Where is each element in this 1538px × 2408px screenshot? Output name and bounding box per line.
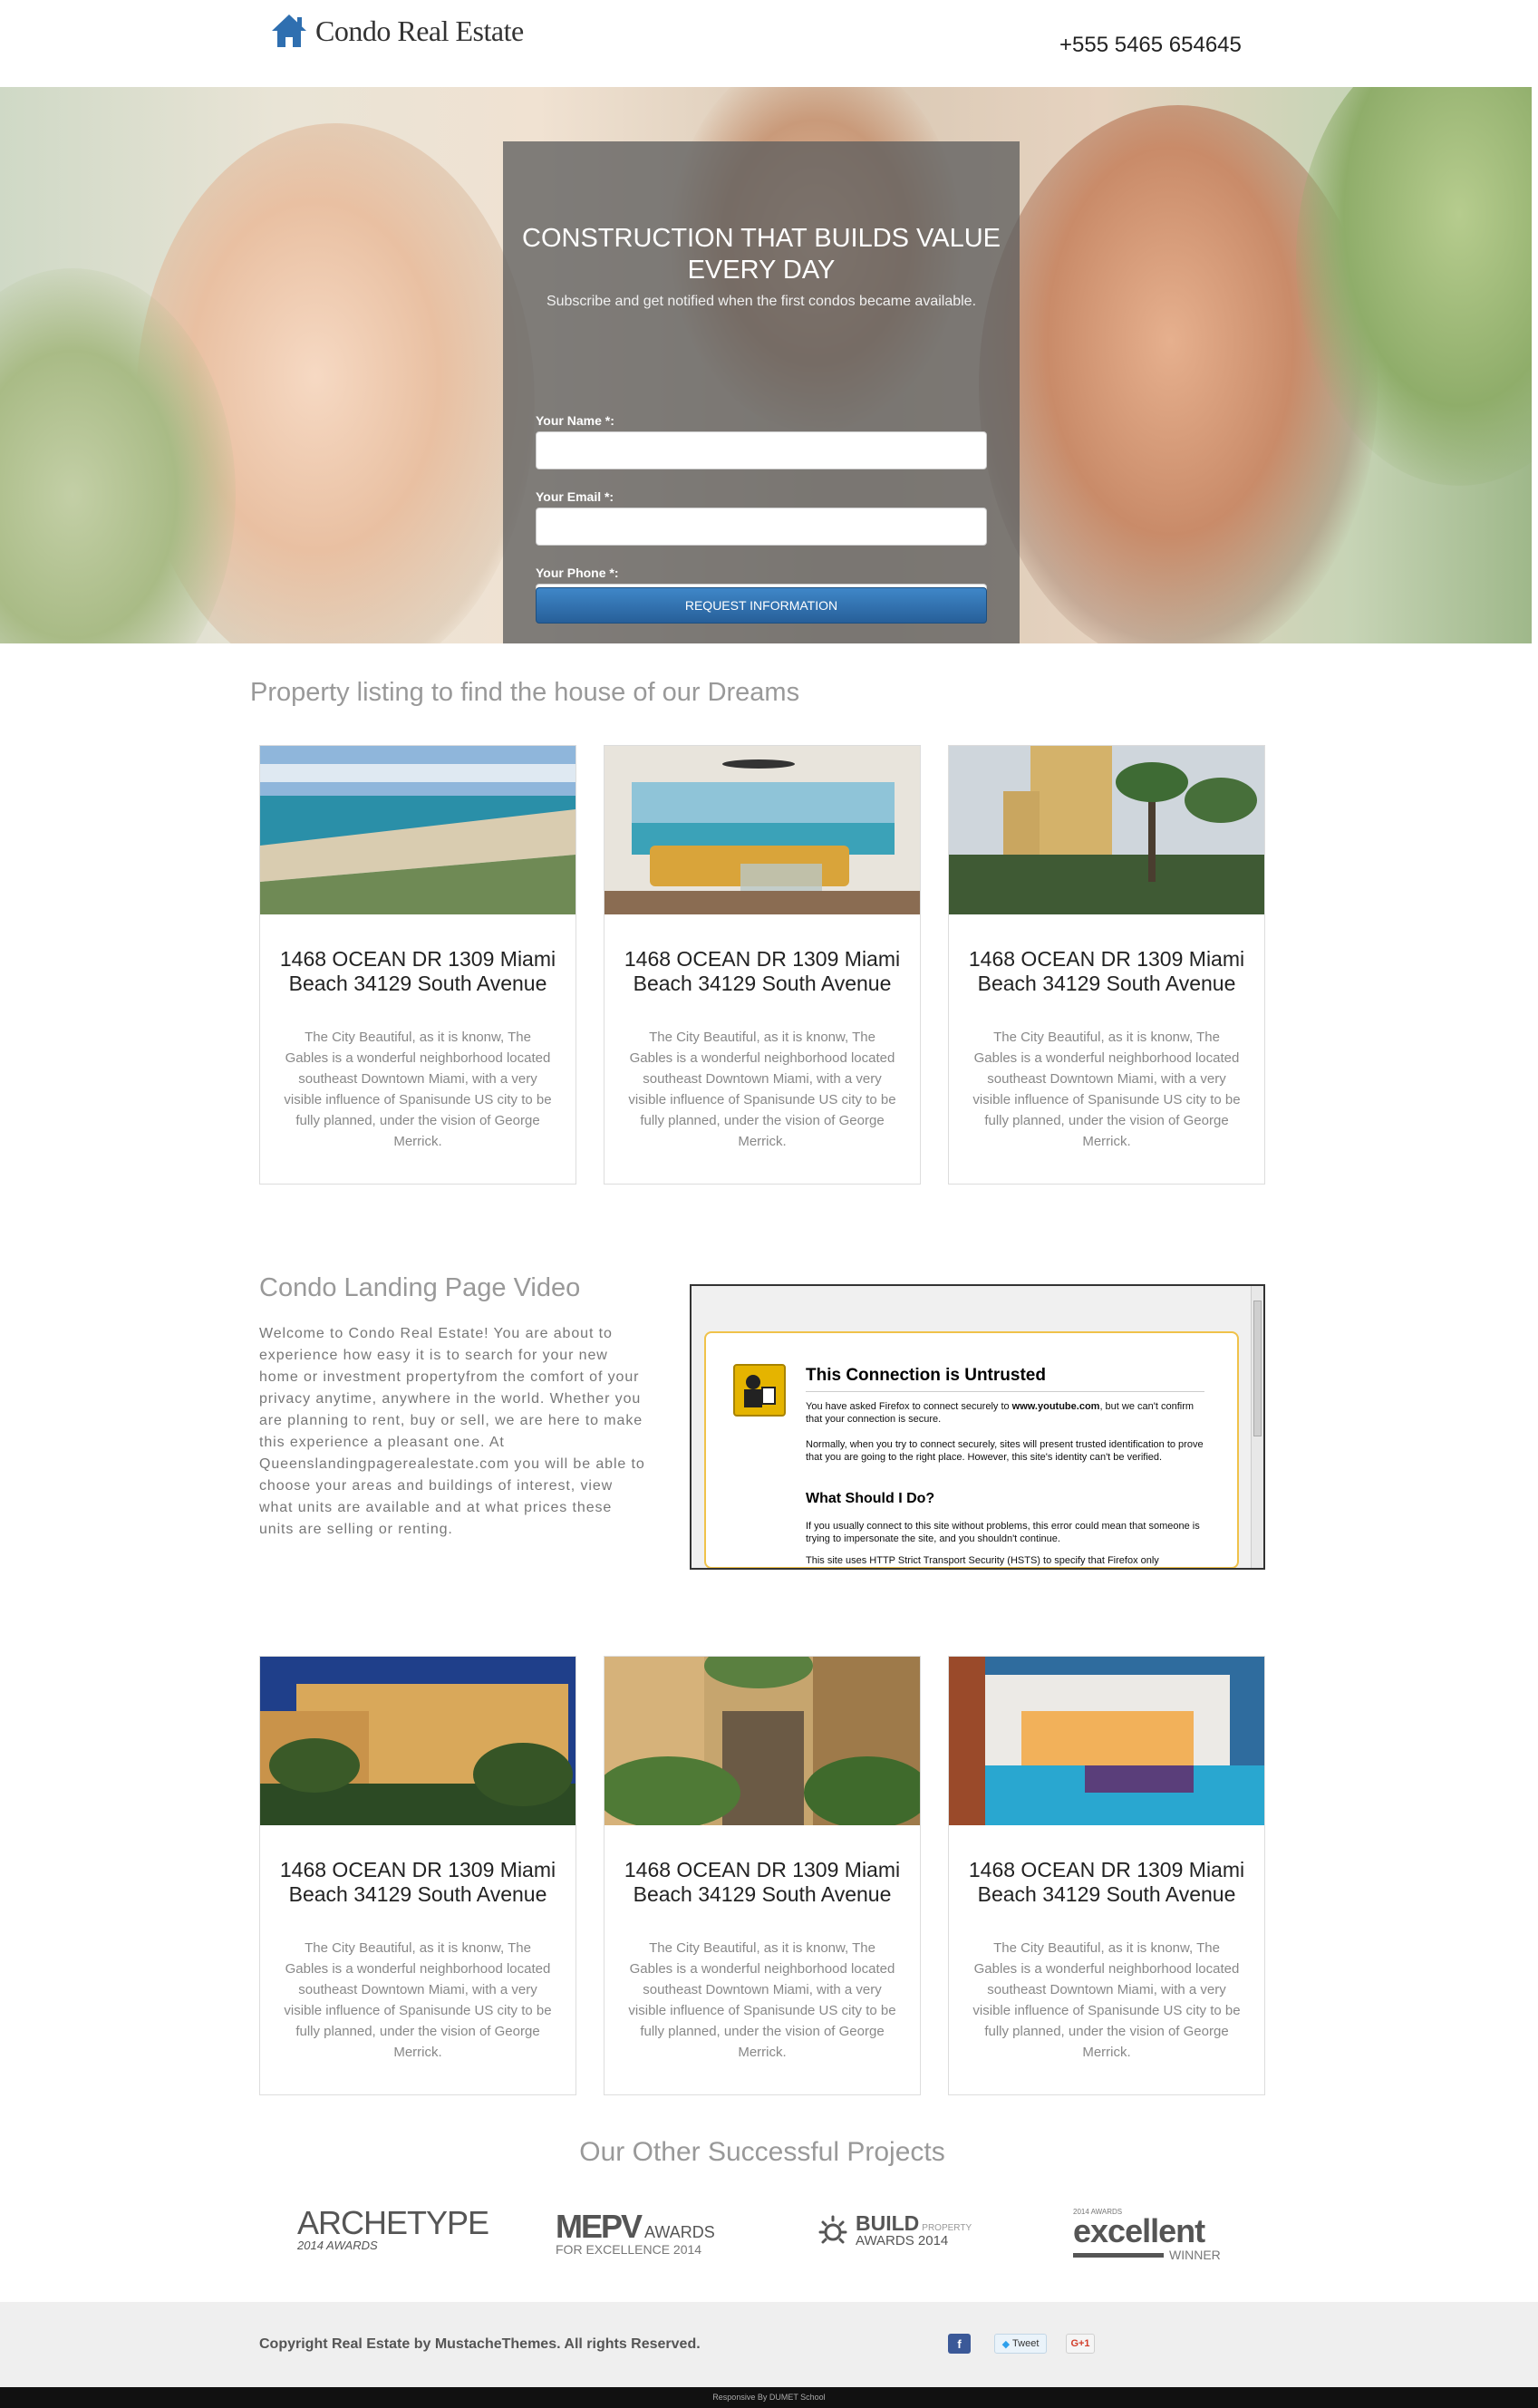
award-mepv-logo: MEPV AWARDS FOR EXCELLENCE 2014 bbox=[556, 2208, 715, 2257]
credit-text: Responsive By DUMET School bbox=[712, 2393, 826, 2402]
tweet-button[interactable]: ◆ Tweet bbox=[994, 2334, 1047, 2354]
property-photo-garden-path bbox=[605, 1657, 920, 1825]
name-input[interactable] bbox=[536, 431, 987, 469]
credit-bar: Responsive By DUMET School bbox=[0, 2387, 1538, 2408]
property-title: 1468 OCEAN DR 1309 Miami Beach 34129 Sou… bbox=[968, 947, 1245, 995]
untrusted-connection-box: This Connection is Untrusted You have as… bbox=[704, 1331, 1239, 1568]
award-archetype-logo: ARCHETYPE 2014 AWARDS bbox=[297, 2204, 489, 2252]
signup-form-panel: CONSTRUCTION THAT BUILDS VALUE EVERY DAY… bbox=[503, 141, 1020, 643]
property-description: The City Beautiful, as it is knonw, The … bbox=[284, 1940, 552, 2060]
property-description: The City Beautiful, as it is knonw, The … bbox=[972, 1030, 1241, 1149]
hero-banner: CONSTRUCTION THAT BUILDS VALUE EVERY DAY… bbox=[0, 87, 1532, 643]
sun-icon bbox=[818, 2215, 847, 2243]
property-photo-resort bbox=[260, 1657, 576, 1825]
tweet-label: Tweet bbox=[1012, 2338, 1040, 2349]
listing-heading: Property listing to find the house of ou… bbox=[250, 678, 800, 707]
untrusted-paragraph-3: If you usually connect to this site with… bbox=[806, 1521, 1200, 1544]
email-label: Your Email *: bbox=[536, 489, 614, 504]
untrusted-paragraph-2: Normally, when you try to connect secure… bbox=[806, 1439, 1204, 1463]
email-input[interactable] bbox=[536, 508, 987, 546]
google-plus-button[interactable]: G+1 bbox=[1066, 2334, 1095, 2354]
what-should-i-do-heading: What Should I Do? bbox=[806, 1491, 935, 1506]
property-title: 1468 OCEAN DR 1309 Miami Beach 34129 Sou… bbox=[279, 947, 556, 995]
embed-scrollbar[interactable] bbox=[1251, 1286, 1263, 1568]
award-excellent-logo: 2014 AWARDS excellent WINNER bbox=[1073, 2208, 1221, 2262]
property-title: 1468 OCEAN DR 1309 Miami Beach 34129 Sou… bbox=[279, 1858, 556, 1906]
property-description: The City Beautiful, as it is knonw, The … bbox=[284, 1030, 552, 1149]
embed-scrollbar-thumb[interactable] bbox=[1253, 1301, 1262, 1436]
property-title: 1468 OCEAN DR 1309 Miami Beach 34129 Sou… bbox=[968, 1858, 1245, 1906]
untrusted-paragraph-4: This site uses HTTP Strict Transport Sec… bbox=[806, 1555, 1159, 1566]
video-text: Welcome to Condo Real Estate! You are ab… bbox=[259, 1326, 645, 1537]
facebook-share-button[interactable]: f bbox=[948, 2334, 971, 2354]
phone-label: Your Phone *: bbox=[536, 566, 619, 580]
property-card[interactable]: 1468 OCEAN DR 1309 Miami Beach 34129 Sou… bbox=[948, 1656, 1265, 2095]
phone-number: +555 5465 654645 bbox=[1059, 33, 1242, 57]
property-photo-beach bbox=[260, 746, 576, 914]
award-build-logo: BUILD PROPERTY AWARDS 2014 bbox=[816, 2211, 972, 2248]
site-footer: Copyright Real Estate by MustacheThemes.… bbox=[0, 2302, 1538, 2387]
form-subtitle: Subscribe and get notified when the firs… bbox=[546, 294, 977, 309]
google-plus-icon: G+1 bbox=[1070, 2338, 1090, 2349]
untrusted-paragraph-1: You have asked Firefox to connect secure… bbox=[806, 1401, 1195, 1425]
copyright-text: Copyright Real Estate by MustacheThemes.… bbox=[259, 2336, 701, 2352]
property-description: The City Beautiful, as it is knonw, The … bbox=[628, 1940, 896, 2060]
name-label: Your Name *: bbox=[536, 413, 614, 428]
property-card[interactable]: 1468 OCEAN DR 1309 Miami Beach 34129 Sou… bbox=[948, 745, 1265, 1185]
award-underline bbox=[1073, 2252, 1164, 2258]
property-card[interactable]: 1468 OCEAN DR 1309 Miami Beach 34129 Sou… bbox=[604, 745, 921, 1185]
logo-text: Condo Real Estate bbox=[315, 14, 524, 47]
warning-officer-icon bbox=[733, 1364, 786, 1417]
projects-heading: Our Other Successful Projects bbox=[579, 2137, 945, 2167]
twitter-bird-icon: ◆ bbox=[1001, 2338, 1011, 2350]
property-title: 1468 OCEAN DR 1309 Miami Beach 34129 Sou… bbox=[624, 947, 901, 995]
untrusted-title: This Connection is Untrusted bbox=[806, 1366, 1046, 1385]
property-photo-tower bbox=[949, 746, 1264, 914]
request-information-button[interactable]: REQUEST INFORMATION bbox=[536, 587, 987, 624]
property-photo-pool-house bbox=[949, 1657, 1264, 1825]
property-card[interactable]: 1468 OCEAN DR 1309 Miami Beach 34129 Sou… bbox=[259, 1656, 576, 2095]
property-description: The City Beautiful, as it is knonw, The … bbox=[628, 1030, 896, 1149]
video-embed[interactable]: This Connection is Untrusted You have as… bbox=[690, 1284, 1265, 1570]
property-title: 1468 OCEAN DR 1309 Miami Beach 34129 Sou… bbox=[624, 1858, 901, 1906]
form-title: CONSTRUCTION THAT BUILDS VALUE EVERY DAY bbox=[522, 224, 1001, 285]
facebook-icon: f bbox=[957, 2336, 962, 2351]
property-photo-living-room bbox=[605, 746, 920, 914]
house-icon bbox=[272, 15, 306, 47]
property-card[interactable]: 1468 OCEAN DR 1309 Miami Beach 34129 Sou… bbox=[259, 745, 576, 1185]
property-description: The City Beautiful, as it is knonw, The … bbox=[972, 1940, 1241, 2060]
video-heading: Condo Landing Page Video bbox=[259, 1273, 581, 1302]
title-divider bbox=[806, 1391, 1204, 1392]
logo[interactable]: Condo Real Estate bbox=[270, 13, 524, 49]
site-header: Condo Real Estate +555 5465 654645 bbox=[0, 0, 1538, 87]
property-card[interactable]: 1468 OCEAN DR 1309 Miami Beach 34129 Sou… bbox=[604, 1656, 921, 2095]
